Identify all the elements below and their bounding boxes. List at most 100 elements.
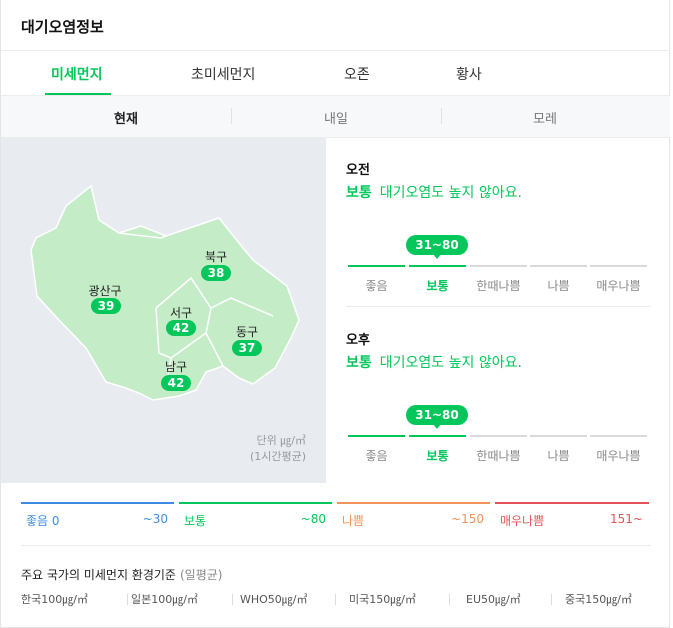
tab-fine-dust[interactable]: 미세먼지 bbox=[51, 64, 103, 84]
legend-max: 151~ bbox=[610, 512, 643, 526]
scale-segment bbox=[348, 435, 405, 437]
subtab-tomorrow[interactable]: 내일 bbox=[306, 108, 366, 127]
status-message: 대기오염도 높지 않아요. bbox=[379, 185, 522, 201]
district-value-pill: 42 bbox=[161, 375, 191, 391]
scale-segment bbox=[590, 435, 647, 437]
district-label: 동구 bbox=[236, 325, 258, 339]
scale-label: 보통 bbox=[426, 279, 449, 293]
card-title: 대기오염정보 bbox=[21, 18, 104, 36]
divider bbox=[232, 594, 233, 605]
legend-bad: 나쁨 ~150 bbox=[337, 502, 490, 532]
unit-note: 단위 ㎍/㎥ (1시간평균) bbox=[250, 433, 306, 465]
scale-segment bbox=[470, 435, 527, 437]
pollutant-tabs: 미세먼지 초미세먼지 오존 황사 bbox=[1, 51, 670, 95]
range-bubble-pm: 31~80 bbox=[406, 405, 468, 429]
scale-am: 좋음 보통 한때나쁨 나쁨 매우나쁨 bbox=[346, 265, 647, 301]
district-value-pill: 37 bbox=[232, 340, 262, 356]
range-bubble-am: 31~80 bbox=[406, 235, 468, 259]
standards-subtitle: (일평균) bbox=[179, 568, 223, 582]
divider bbox=[335, 594, 336, 605]
scale-label: 좋음 bbox=[365, 279, 388, 293]
district-value: 38 bbox=[208, 266, 225, 280]
district-label: 북구 bbox=[205, 250, 227, 264]
divider bbox=[21, 545, 651, 546]
legend-good: 좋음 0 ~30 bbox=[21, 502, 174, 532]
standard-item: 한국100㎍/㎥ bbox=[21, 593, 88, 606]
scale-segment bbox=[470, 265, 527, 267]
subtab-now[interactable]: 현재 bbox=[96, 108, 156, 127]
standard-item: WHO50㎍/㎥ bbox=[240, 593, 308, 606]
scale-segment bbox=[409, 265, 466, 267]
legend-name: 보통 bbox=[184, 514, 207, 528]
air-quality-card: 대기오염정보 미세먼지 초미세먼지 오존 황사 현재 내일 모레 광산구 39 … bbox=[0, 0, 670, 628]
divider bbox=[231, 108, 232, 124]
scale-segment bbox=[409, 435, 466, 437]
legend-name: 나쁨 bbox=[342, 514, 365, 528]
scale-label: 보통 bbox=[426, 449, 449, 463]
district-map: 광산구 39 북구 38 서구 42 동구 37 남구 42 단위 ㎍/㎥ (1… bbox=[1, 138, 326, 483]
standards-title: 주요 국가의 미세먼지 환경기준 (일평균) bbox=[21, 566, 222, 583]
legend-very-bad: 매우나쁨 151~ bbox=[495, 502, 649, 532]
level-text: 보통 bbox=[346, 355, 372, 371]
scale-label: 좋음 bbox=[365, 449, 388, 463]
district-value: 42 bbox=[168, 376, 185, 390]
scale-segment bbox=[530, 265, 587, 267]
divider bbox=[127, 594, 128, 605]
legend-max: ~80 bbox=[300, 512, 326, 526]
divider bbox=[346, 306, 651, 307]
district-value: 39 bbox=[98, 299, 115, 313]
district-label: 남구 bbox=[165, 360, 187, 374]
district-label: 광산구 bbox=[88, 284, 121, 298]
scale-label: 나쁨 bbox=[547, 449, 570, 463]
scale-segment bbox=[590, 265, 647, 267]
standard-item: EU50㎍/㎥ bbox=[466, 593, 521, 606]
map-svg: 광산구 39 북구 38 서구 42 동구 37 남구 42 bbox=[30, 184, 300, 401]
legend-max: ~30 bbox=[142, 512, 168, 526]
tab-ozone[interactable]: 오존 bbox=[344, 64, 370, 84]
standard-item: 미국150㎍/㎥ bbox=[349, 593, 416, 606]
divider bbox=[449, 594, 450, 605]
district-value-pill: 38 bbox=[201, 265, 231, 281]
legend-bar bbox=[495, 502, 649, 504]
district-value: 42 bbox=[173, 321, 190, 335]
tab-yellow-dust[interactable]: 황사 bbox=[456, 64, 482, 84]
standards-heading: 주요 국가의 미세먼지 환경기준 bbox=[21, 568, 176, 582]
legend-bar bbox=[179, 502, 332, 504]
scale-segment bbox=[348, 265, 405, 267]
scale-label: 한때나쁨 bbox=[476, 449, 521, 463]
day-tabs: 현재 내일 모레 bbox=[1, 95, 670, 138]
district-seo[interactable]: 서구 42 bbox=[166, 306, 196, 336]
scale-segment bbox=[530, 435, 587, 437]
unit-period: (1시간평균) bbox=[249, 450, 306, 463]
unit-text: 단위 ㎍/㎥ bbox=[256, 434, 306, 447]
subtab-day-after[interactable]: 모레 bbox=[515, 108, 575, 127]
legend-bar bbox=[21, 502, 174, 504]
standard-item: 일본100㎍/㎥ bbox=[131, 593, 198, 606]
scale-label: 나쁨 bbox=[547, 279, 570, 293]
forecast-panel: 오전 보통 대기오염도 높지 않아요. 31~80 좋음 보통 한때나쁨 나쁨 매… bbox=[346, 138, 651, 483]
district-value-pill: 42 bbox=[166, 320, 196, 336]
divider bbox=[551, 594, 552, 605]
period-label-pm: 오후 bbox=[346, 333, 370, 348]
period-label-am: 오전 bbox=[346, 163, 370, 178]
divider bbox=[441, 108, 442, 124]
district-value-pill: 39 bbox=[91, 298, 121, 314]
legend-normal: 보통 ~80 bbox=[179, 502, 332, 532]
scale-label: 매우나쁨 bbox=[596, 449, 641, 463]
status-line-pm: 보통 대기오염도 높지 않아요. bbox=[346, 352, 522, 372]
scale-label: 한때나쁨 bbox=[476, 279, 521, 293]
scale-label: 매우나쁨 bbox=[596, 279, 641, 293]
district-label: 서구 bbox=[170, 306, 192, 320]
tab-ultrafine-dust[interactable]: 초미세먼지 bbox=[191, 64, 255, 84]
district-value: 37 bbox=[239, 341, 256, 355]
level-legend: 좋음 0 ~30 보통 ~80 나쁨 ~150 매우나쁨 151~ bbox=[21, 502, 651, 532]
scale-pm: 좋음 보통 한때나쁨 나쁨 매우나쁨 bbox=[346, 435, 647, 471]
legend-bar bbox=[337, 502, 490, 504]
status-line-am: 보통 대기오염도 높지 않아요. bbox=[346, 182, 522, 202]
legend-max: ~150 bbox=[451, 512, 484, 526]
legend-name: 좋음 0 bbox=[26, 514, 60, 528]
legend-name: 매우나쁨 bbox=[500, 514, 545, 528]
standard-item: 중국150㎍/㎥ bbox=[565, 593, 632, 606]
level-text: 보통 bbox=[346, 185, 372, 201]
standards-list: 한국100㎍/㎥ 일본100㎍/㎥ WHO50㎍/㎥ 미국150㎍/㎥ EU50… bbox=[21, 591, 651, 609]
